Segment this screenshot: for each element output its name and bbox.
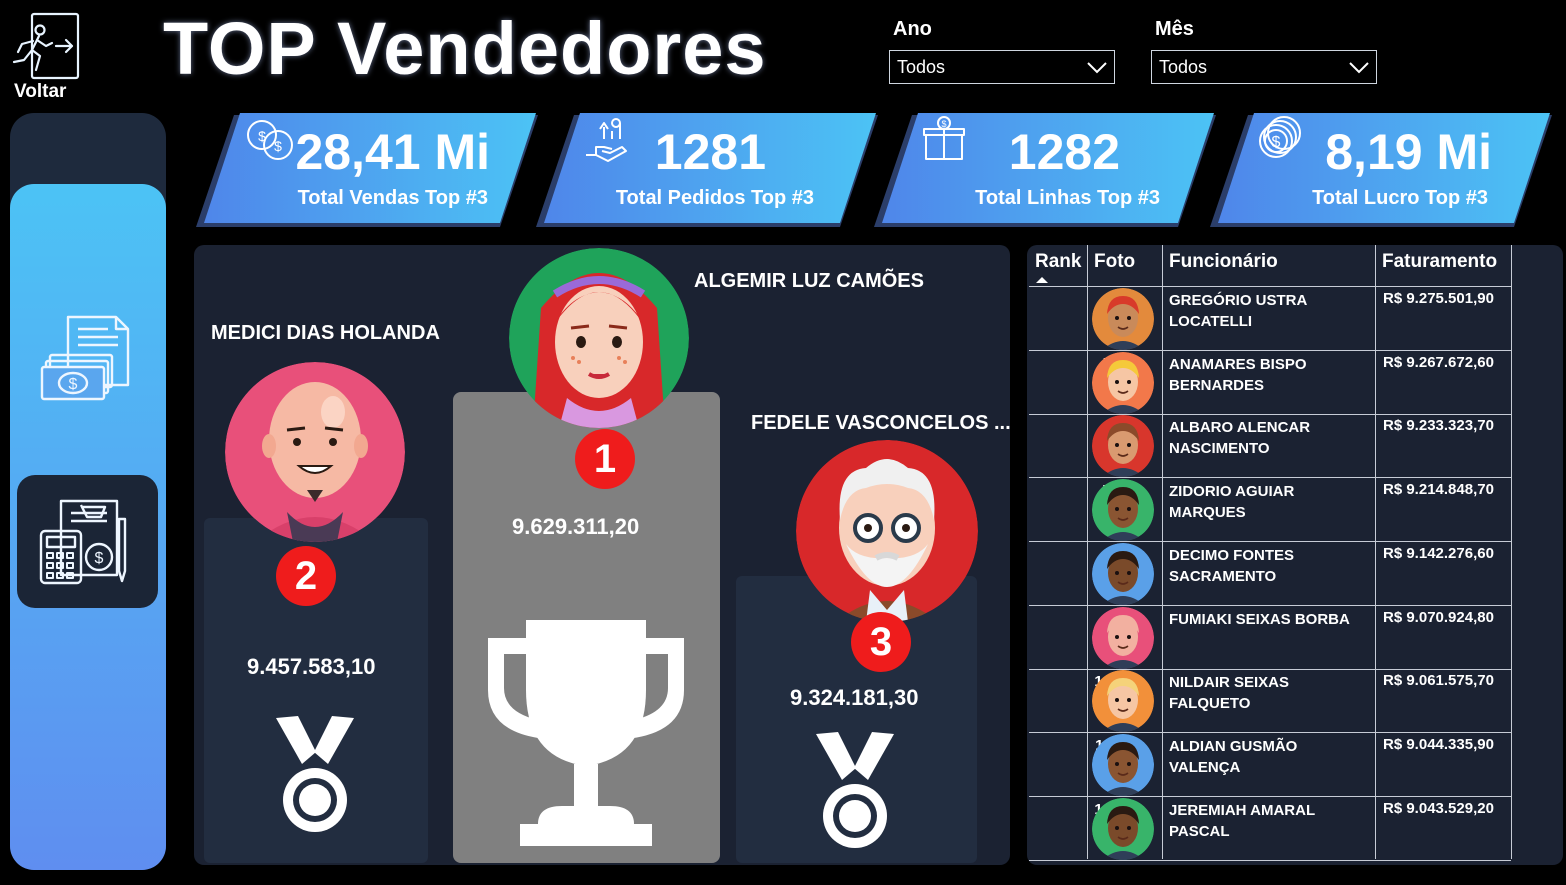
employee-photo (1092, 670, 1154, 733)
third-place-amount: 9.324.181,30 (790, 685, 919, 710)
back-button[interactable]: Voltar (6, 10, 86, 102)
chevron-down-icon (1349, 62, 1369, 74)
nav-sales-button[interactable]: $ (38, 313, 134, 405)
employee-photo (1092, 606, 1154, 669)
column-divider (1087, 245, 1088, 859)
employee-name-cell: ANAMARES BISPO BERNARDES (1169, 355, 1307, 394)
table-row[interactable]: 7ZIDORIO AGUIAR MARQUESR$ 9.214.848,70 (1029, 478, 1511, 543)
table-row[interactable]: 12JEREMIAH AMARAL PASCALR$ 9.043.529,20 (1029, 797, 1511, 861)
employee-name-cell: FUMIAKI SEIXAS BORBA (1169, 610, 1350, 628)
revenue-cell: R$ 9.043.529,20 (1383, 799, 1494, 817)
nav-top-sellers-button[interactable]: $ (17, 475, 158, 608)
month-dropdown[interactable]: Todos (1151, 50, 1377, 84)
box-icon: $ (923, 116, 965, 160)
kpi-card-orders: 1281 Total Pedidos Top #3 (536, 113, 878, 227)
year-filter-label: Ano (893, 18, 932, 40)
revenue-cell: R$ 9.275.501,90 (1383, 290, 1494, 307)
revenue-cell: R$ 9.061.575,70 (1383, 672, 1494, 690)
table-row[interactable]: 11ALDIAN GUSMÃO VALENÇAR$ 9.044.335,90 (1029, 733, 1511, 797)
employee-name-cell: DECIMO FONTES SACRAMENTO (1169, 546, 1295, 585)
third-place-badge: 3 (851, 612, 911, 672)
kpi-card-sales: $ $ 28,41 Mi Total Vendas Top #3 (196, 113, 538, 227)
page-title: TOP Vendedores (163, 7, 767, 90)
svg-text:$: $ (95, 550, 104, 567)
kpi-orders-value: 1281 (654, 124, 766, 180)
first-place-badge: 1 (575, 429, 635, 489)
exit-icon (12, 12, 80, 80)
third-place-name: FEDELE VASCONCELOS ... (751, 412, 1011, 434)
revenue-cell: R$ 9.267.672,60 (1383, 353, 1494, 371)
year-dropdown-value: Todos (897, 57, 946, 77)
third-place-avatar (796, 440, 978, 622)
first-place-avatar (509, 248, 689, 428)
employee-name-cell: ZIDORIO AGUIAR MARQUES (1169, 483, 1295, 522)
employee-name-cell: NILDAIR SEIXAS FALQUETO (1169, 674, 1290, 713)
revenue-column-header[interactable]: Faturamento (1382, 251, 1497, 273)
kpi-lines-label: Total Linhas Top #3 (975, 187, 1160, 209)
kpi-sales-label: Total Vendas Top #3 (297, 187, 488, 209)
revenue-cell: R$ 9.070.924,80 (1383, 608, 1494, 626)
revenue-cell: R$ 9.044.335,90 (1383, 735, 1494, 753)
table-row[interactable]: 6ALBARO ALENCAR NASCIMENTOR$ 9.233.323,7… (1029, 414, 1511, 479)
money-documents-icon: $ (40, 315, 130, 401)
table-row[interactable]: 10NILDAIR SEIXAS FALQUETOR$ 9.061.575,70 (1029, 669, 1511, 734)
kpi-profit-label: Total Lucro Top #3 (1312, 187, 1488, 209)
revenue-cell: R$ 9.233.323,70 (1383, 417, 1494, 435)
employee-photo (1092, 733, 1154, 796)
first-place-name: ALGEMIR LUZ CAMÕES (694, 270, 924, 292)
employee-photo (1092, 542, 1154, 605)
svg-text:$: $ (258, 128, 266, 144)
kpi-card-profit: $ 8,19 Mi Total Lucro Top #3 (1210, 113, 1552, 227)
employee-photo (1092, 288, 1154, 350)
month-filter-label: Mês (1155, 18, 1194, 40)
year-dropdown[interactable]: Todos (889, 50, 1115, 84)
employee-name-cell: ALBARO ALENCAR NASCIMENTO (1169, 419, 1311, 458)
calculator-invoice-icon: $ (39, 499, 127, 585)
employee-photo (1092, 415, 1154, 478)
first-place-amount: 9.629.311,20 (512, 514, 640, 539)
kpi-lines-value: 1282 (1008, 124, 1120, 180)
kpi-card-lines: $ 1282 Total Linhas Top #3 (874, 113, 1216, 227)
back-label: Voltar (14, 81, 67, 102)
column-divider (1375, 245, 1376, 859)
table-row[interactable]: 5ANAMARES BISPO BERNARDESR$ 9.267.672,60 (1029, 351, 1511, 415)
svg-text:$: $ (941, 119, 946, 129)
kpi-sales-value: 28,41 Mi (295, 124, 490, 180)
rank-column-header[interactable]: Rank (1035, 251, 1081, 273)
chevron-down-icon (1087, 62, 1107, 74)
second-place-amount: 9.457.583,10 (247, 654, 376, 679)
coins-icon: $$ (247, 120, 293, 160)
table-row[interactable]: 9FUMIAKI SEIXAS BORBAR$ 9.070.924,80 (1029, 606, 1511, 670)
second-place-badge: 2 (276, 546, 336, 606)
second-place-name: MEDICI DIAS HOLANDA (211, 322, 440, 344)
month-dropdown-value: Todos (1159, 57, 1208, 77)
employee-column-header[interactable]: Funcionário (1169, 251, 1278, 273)
kpi-orders-label: Total Pedidos Top #3 (615, 187, 814, 209)
medal-icon (276, 716, 354, 832)
photo-column-header: Foto (1094, 251, 1136, 272)
employee-photo (1092, 351, 1154, 414)
second-place-avatar (225, 362, 405, 542)
sort-ascending-icon[interactable] (1035, 276, 1049, 284)
coin-stack-icon: $ (1259, 116, 1301, 158)
svg-text:$: $ (69, 376, 78, 393)
employee-photo (1092, 479, 1154, 542)
hand-growth-icon (586, 118, 627, 162)
revenue-cell: R$ 9.214.848,70 (1383, 481, 1494, 499)
kpi-profit-value: 8,19 Mi (1325, 124, 1492, 180)
employee-photo (1092, 797, 1154, 860)
employee-name-cell: ALDIAN GUSMÃO VALENÇA (1169, 737, 1298, 776)
employee-name-cell: GREGÓRIO USTRA LOCATELLI (1169, 292, 1307, 330)
table-row[interactable]: 8DECIMO FONTES SACRAMENTOR$ 9.142.276,60 (1029, 542, 1511, 606)
revenue-cell: R$ 9.142.276,60 (1383, 544, 1494, 562)
medal-icon (816, 732, 894, 848)
column-divider (1511, 245, 1512, 859)
svg-text:$: $ (274, 138, 282, 154)
employee-name-cell: JEREMIAH AMARAL PASCAL (1169, 801, 1315, 840)
table-row[interactable]: 4GREGÓRIO USTRA LOCATELLIR$ 9.275.501,90 (1029, 287, 1511, 351)
trophy-icon (488, 620, 684, 846)
column-divider (1162, 245, 1163, 859)
svg-text:$: $ (1272, 134, 1281, 151)
